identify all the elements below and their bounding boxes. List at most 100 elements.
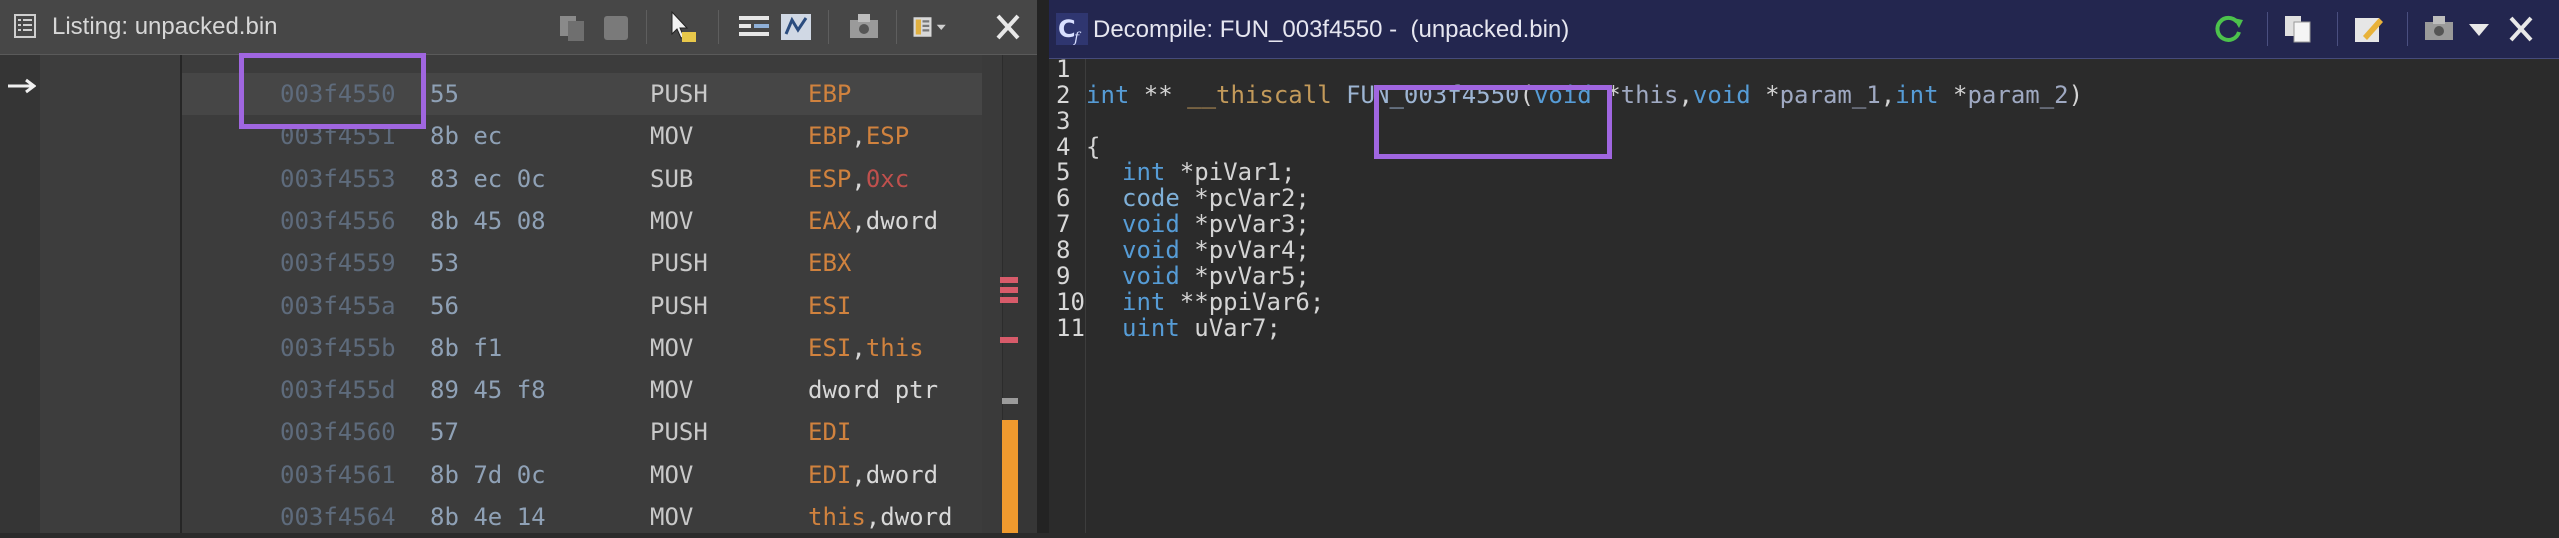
code-token[interactable]: int [1895, 81, 1938, 109]
instruction-bytes[interactable]: 53 [430, 242, 459, 284]
operand-token[interactable]: 0xc [866, 165, 909, 193]
layout-menu-icon[interactable] [912, 10, 948, 44]
code-token[interactable]: int [1086, 81, 1129, 109]
listing-scrollbar[interactable] [982, 55, 1002, 533]
instruction-mnemonic[interactable]: MOV [650, 115, 693, 157]
instruction-address[interactable]: 003f4559 [280, 242, 396, 284]
operand-token[interactable]: ,dword [851, 461, 938, 489]
overview-marker[interactable] [1000, 287, 1018, 293]
instruction-bytes[interactable]: 8b 4e 14 [430, 496, 546, 538]
instruction-mnemonic[interactable]: MOV [650, 454, 693, 496]
code-token[interactable]: void [1693, 81, 1751, 109]
instruction-operands[interactable]: ESP,0xc [808, 158, 909, 200]
operand-token[interactable]: ,dword [851, 207, 938, 235]
code-token[interactable]: uVar7; [1180, 314, 1281, 342]
listing-row[interactable]: 003f455d 89 45 f8 MOV dword ptr [182, 369, 982, 411]
operand-token[interactable]: , [851, 334, 865, 362]
panel-splitter[interactable] [1037, 0, 1049, 533]
instruction-mnemonic[interactable]: MOV [650, 327, 693, 369]
code-token[interactable]: , [1678, 81, 1692, 109]
code-token[interactable]: uint [1122, 314, 1180, 342]
instruction-operands[interactable]: this,dword [808, 496, 953, 538]
code-token[interactable]: , [1881, 81, 1895, 109]
operand-token[interactable]: this [866, 334, 924, 362]
instruction-bytes[interactable]: 57 [430, 411, 459, 453]
code-token[interactable]: * [1939, 81, 1967, 109]
instruction-bytes[interactable]: 8b ec [430, 115, 502, 157]
close-icon[interactable] [990, 10, 1026, 44]
paste-icon[interactable] [598, 10, 634, 44]
edit-icon[interactable] [2351, 12, 2387, 46]
operand-token[interactable]: EAX [808, 207, 851, 235]
operand-token[interactable]: ESI [808, 334, 851, 362]
instruction-mnemonic[interactable]: PUSH [650, 411, 708, 453]
operand-token[interactable]: ESP [808, 165, 851, 193]
operand-token[interactable]: EBP [808, 122, 851, 150]
operand-token[interactable]: , [851, 165, 865, 193]
instruction-address[interactable]: 003f4564 [280, 496, 396, 538]
listing-row[interactable]: 003f4559 53 PUSH EBX [182, 242, 982, 284]
instruction-bytes[interactable]: 8b 7d 0c [430, 454, 546, 496]
snapshot-icon[interactable] [2421, 12, 2457, 46]
refresh-icon[interactable] [2211, 12, 2247, 46]
close-icon[interactable] [2503, 12, 2539, 46]
code-line[interactable]: uint uVar7; [1086, 307, 1281, 349]
code-token[interactable]: ** [1129, 81, 1187, 109]
instruction-operands[interactable]: dword ptr [808, 369, 938, 411]
code-token[interactable]: ) [2069, 81, 2083, 109]
cursor-select-icon[interactable] [664, 10, 700, 44]
listing-row[interactable]: 003f4556 8b 45 08 MOV EAX,dword [182, 200, 982, 242]
instruction-operands[interactable]: ESI,this [808, 327, 924, 369]
snapshot-icon[interactable] [846, 10, 882, 44]
listing-row[interactable]: 003f4564 8b 4e 14 MOV this,dword [182, 496, 982, 538]
instruction-operands[interactable]: EDI [808, 411, 851, 453]
instruction-operands[interactable]: ESI [808, 285, 851, 327]
instruction-mnemonic[interactable]: MOV [650, 496, 693, 538]
instruction-mnemonic[interactable]: SUB [650, 158, 693, 200]
listing-row[interactable]: 003f4553 83 ec 0c SUB ESP,0xc [182, 158, 982, 200]
code-token[interactable]: param_1 [1780, 81, 1881, 109]
listing-row[interactable]: 003f455a 56 PUSH ESI [182, 285, 982, 327]
operand-token[interactable]: ,dword [866, 503, 953, 531]
instruction-address[interactable]: 003f4553 [280, 158, 396, 200]
operand-token[interactable]: dword ptr [808, 376, 938, 404]
instruction-mnemonic[interactable]: MOV [650, 369, 693, 411]
instruction-operands[interactable]: EBP,ESP [808, 115, 909, 157]
instruction-bytes[interactable]: 83 ec 0c [430, 158, 546, 200]
instruction-address[interactable]: 003f4560 [280, 411, 396, 453]
operand-token[interactable]: ESI [808, 292, 851, 320]
instruction-address[interactable]: 003f4561 [280, 454, 396, 496]
overview-marker[interactable] [1000, 297, 1018, 303]
operand-token[interactable]: ESP [866, 122, 909, 150]
code-token[interactable]: this [1621, 81, 1679, 109]
instruction-bytes[interactable]: 56 [430, 285, 459, 327]
operand-token[interactable]: EDI [808, 461, 851, 489]
instruction-operands[interactable]: EBP [808, 73, 851, 115]
operand-token[interactable]: , [851, 122, 865, 150]
menu-icon[interactable] [2461, 12, 2497, 46]
code-token[interactable]: __thiscall [1187, 81, 1332, 109]
diff-icon[interactable] [778, 10, 814, 44]
listing-row[interactable]: 003f4561 8b 7d 0c MOV EDI,dword [182, 454, 982, 496]
copy-icon[interactable] [556, 10, 592, 44]
operand-token[interactable]: EBX [808, 249, 851, 277]
listing-format-icon[interactable] [736, 10, 772, 44]
overview-code-region[interactable] [1002, 420, 1018, 533]
instruction-mnemonic[interactable]: PUSH [650, 242, 708, 284]
instruction-bytes[interactable]: 8b f1 [430, 327, 502, 369]
instruction-operands[interactable]: EBX [808, 242, 851, 284]
instruction-operands[interactable]: EDI,dword [808, 454, 938, 496]
instruction-address[interactable]: 003f455a [280, 285, 396, 327]
overview-marker[interactable] [1000, 337, 1018, 343]
instruction-mnemonic[interactable]: PUSH [650, 285, 708, 327]
instruction-bytes[interactable]: 55 [430, 73, 459, 115]
operand-token[interactable]: EBP [808, 80, 851, 108]
operand-token[interactable]: this [808, 503, 866, 531]
code-token[interactable] [1332, 81, 1346, 109]
instruction-mnemonic[interactable]: MOV [650, 200, 693, 242]
code-token[interactable]: param_2 [1967, 81, 2068, 109]
decompile-code-area[interactable]: int ** __thiscall FUN_003f4550(void *thi… [1086, 59, 2559, 533]
operand-token[interactable]: EDI [808, 418, 851, 446]
listing-row[interactable]: 003f4560 57 PUSH EDI [182, 411, 982, 453]
instruction-mnemonic[interactable]: PUSH [650, 73, 708, 115]
